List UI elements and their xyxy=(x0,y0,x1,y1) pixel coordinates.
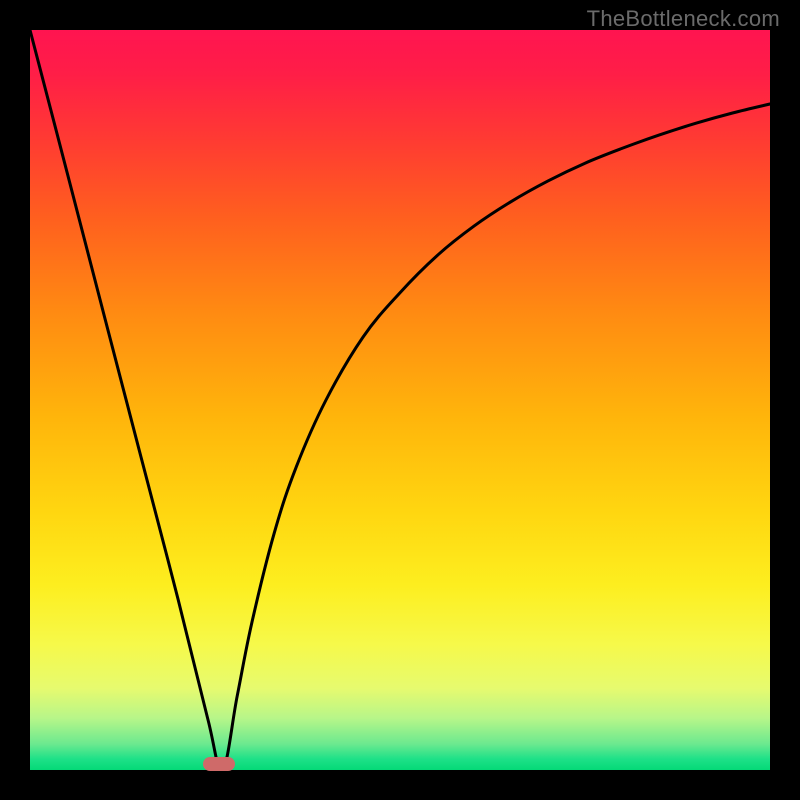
curve-svg xyxy=(30,30,770,770)
plot-area xyxy=(30,30,770,770)
minimum-marker xyxy=(203,757,235,771)
watermark-text: TheBottleneck.com xyxy=(587,6,780,32)
chart-frame: TheBottleneck.com xyxy=(0,0,800,800)
bottleneck-curve xyxy=(30,30,770,770)
